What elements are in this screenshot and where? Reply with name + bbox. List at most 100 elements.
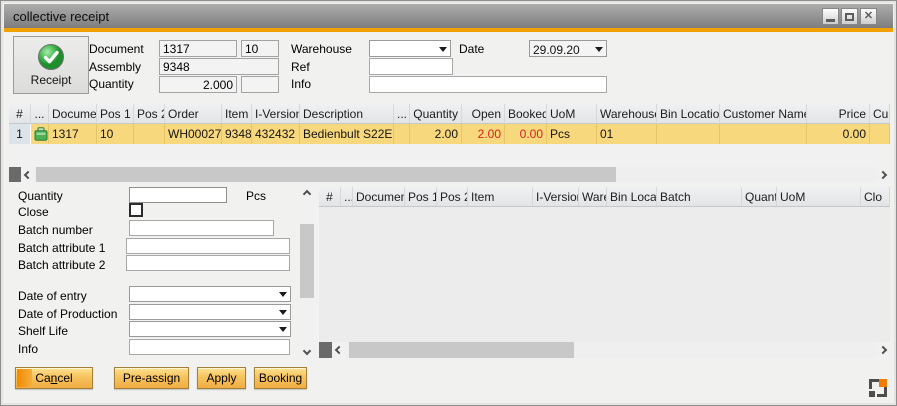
t1-col-quantity[interactable]: Quantity xyxy=(410,104,462,123)
scroll-right-button[interactable] xyxy=(876,167,890,182)
batch-attribute1-input[interactable] xyxy=(126,238,290,254)
t1-col-binlocation[interactable]: Bin Location xyxy=(657,104,720,123)
detail-scroll-thumb[interactable] xyxy=(300,224,314,298)
t2-col-iversion[interactable]: I-Version xyxy=(533,187,579,206)
table-row[interactable]: 1 1317 10 WH000273 9348 432432 Bedienbul… xyxy=(9,124,890,144)
table1-scroll-corner[interactable] xyxy=(9,167,21,182)
batch-number-input[interactable] xyxy=(129,220,274,236)
table2-scroll-thumb[interactable] xyxy=(349,342,574,358)
t2-col-quantity[interactable]: Quantity xyxy=(742,187,777,206)
t1-col-num[interactable]: # xyxy=(9,104,31,123)
scroll-down-button[interactable] xyxy=(299,344,315,358)
detail-quantity-input[interactable] xyxy=(129,187,227,203)
t2-col-warehouse[interactable]: Wareho xyxy=(579,187,607,206)
scroll-left-button[interactable] xyxy=(21,167,35,182)
t2-col-binlocation[interactable]: Bin Location xyxy=(607,187,657,206)
cell-document[interactable]: 1317 xyxy=(49,124,97,144)
t1-col-warehouse[interactable]: Warehouse xyxy=(597,104,657,123)
cancel-button[interactable]: Cancel xyxy=(15,367,93,389)
receipt-button[interactable]: Receipt xyxy=(13,36,89,94)
cell-more[interactable] xyxy=(394,124,410,144)
ref-input[interactable] xyxy=(369,58,453,75)
scroll-up-button[interactable] xyxy=(299,187,315,201)
t2-col-icon[interactable]: ... xyxy=(341,187,353,206)
t1-col-pos2[interactable]: Pos 2 xyxy=(134,104,165,123)
cell-customername[interactable] xyxy=(720,124,807,144)
t1-col-uom[interactable]: UoM xyxy=(547,104,597,123)
cell-warehouse[interactable]: 01 xyxy=(597,124,657,144)
t1-col-description[interactable]: Description xyxy=(300,104,394,123)
t1-col-price[interactable]: Price xyxy=(807,104,870,123)
t1-col-booked[interactable]: Booked xyxy=(505,104,547,123)
booking-button[interactable]: Booking xyxy=(254,367,307,389)
document-input[interactable] xyxy=(159,40,237,57)
quantity-input[interactable] xyxy=(159,76,237,93)
cell-binlocation[interactable] xyxy=(657,124,720,144)
t1-col-more[interactable]: ... xyxy=(394,104,410,123)
date-of-production-combo[interactable] xyxy=(129,304,291,320)
shelf-life-combo[interactable] xyxy=(129,321,291,337)
close-checkbox[interactable] xyxy=(129,203,143,217)
t2-col-item[interactable]: Item xyxy=(468,187,533,206)
scroll-left-button[interactable] xyxy=(332,342,346,358)
t1-col-iversion[interactable]: I-Version xyxy=(252,104,300,123)
cell-booked[interactable]: 0.00 xyxy=(505,124,547,144)
date-combo[interactable]: 29.09.20 xyxy=(529,40,607,57)
cell-iversion[interactable]: 432432 xyxy=(252,124,300,144)
date-of-entry-combo[interactable] xyxy=(129,286,291,302)
t1-col-document[interactable]: Document xyxy=(49,104,97,123)
t1-col-open[interactable]: Open xyxy=(462,104,505,123)
quantity-label: Quantity xyxy=(89,77,134,91)
maximize-button[interactable] xyxy=(841,8,858,25)
t2-col-batch[interactable]: Batch xyxy=(657,187,742,206)
t1-col-pos1[interactable]: Pos 1 xyxy=(97,104,134,123)
table2-hscrollbar[interactable] xyxy=(319,342,890,358)
minimize-button[interactable] xyxy=(822,8,839,25)
table1-scroll-thumb[interactable] xyxy=(36,167,616,182)
quantity-uom-input[interactable] xyxy=(241,76,279,93)
expand-resize-icon[interactable] xyxy=(869,379,887,397)
cell-price[interactable]: 0.00 xyxy=(807,124,870,144)
row-number[interactable]: 1 xyxy=(9,124,31,144)
t1-col-customername[interactable]: Customer Name xyxy=(720,104,807,123)
detail-vscrollbar[interactable] xyxy=(299,187,315,358)
t2-col-uom[interactable]: UoM xyxy=(777,187,861,206)
t1-col-curr[interactable]: Curr xyxy=(870,104,890,123)
scroll-right-button[interactable] xyxy=(876,342,890,358)
table2-scroll-track[interactable] xyxy=(346,342,876,358)
document-pos-input[interactable] xyxy=(241,40,279,57)
row-icon-cell[interactable] xyxy=(31,124,49,144)
t2-col-pos2[interactable]: Pos 2 xyxy=(437,187,468,206)
apply-button[interactable]: Apply xyxy=(197,367,246,389)
batch-attribute2-input[interactable] xyxy=(126,255,290,271)
pre-assign-button[interactable]: Pre-assign xyxy=(114,367,189,389)
cell-order[interactable]: WH000273 xyxy=(165,124,222,144)
cell-description[interactable]: Bedienbult S22E xyxy=(300,124,394,144)
table2-scroll-corner[interactable] xyxy=(319,342,332,358)
detail-info-input[interactable] xyxy=(129,339,290,355)
detail-scroll-track[interactable] xyxy=(299,201,315,344)
cell-item[interactable]: 9348 xyxy=(222,124,252,144)
close-button[interactable]: ✕ xyxy=(860,8,877,25)
warehouse-combo[interactable] xyxy=(369,40,451,57)
cell-pos1[interactable]: 10 xyxy=(97,124,134,144)
cell-uom[interactable]: Pcs xyxy=(547,124,597,144)
t2-col-pos1[interactable]: Pos 1 xyxy=(405,187,437,206)
table1-scroll-track[interactable] xyxy=(35,167,876,182)
t1-col-item[interactable]: Item xyxy=(222,104,252,123)
t2-col-close[interactable]: Clo xyxy=(861,187,890,206)
titlebar[interactable]: collective receipt ✕ xyxy=(4,4,893,28)
document-label: Document xyxy=(89,42,144,56)
t2-col-document[interactable]: Document xyxy=(353,187,405,206)
cell-quantity[interactable]: 2.00 xyxy=(410,124,462,144)
assembly-input[interactable] xyxy=(159,58,279,75)
t2-col-num[interactable]: # xyxy=(319,187,341,206)
cell-open[interactable]: 2.00 xyxy=(462,124,505,144)
cell-pos2[interactable] xyxy=(134,124,165,144)
package-icon xyxy=(34,127,48,141)
cell-curr[interactable] xyxy=(870,124,890,144)
t1-col-order[interactable]: Order xyxy=(165,104,222,123)
table1-hscrollbar[interactable] xyxy=(9,167,890,182)
t1-col-icon[interactable]: ... xyxy=(31,104,49,123)
info-input[interactable] xyxy=(369,76,607,93)
